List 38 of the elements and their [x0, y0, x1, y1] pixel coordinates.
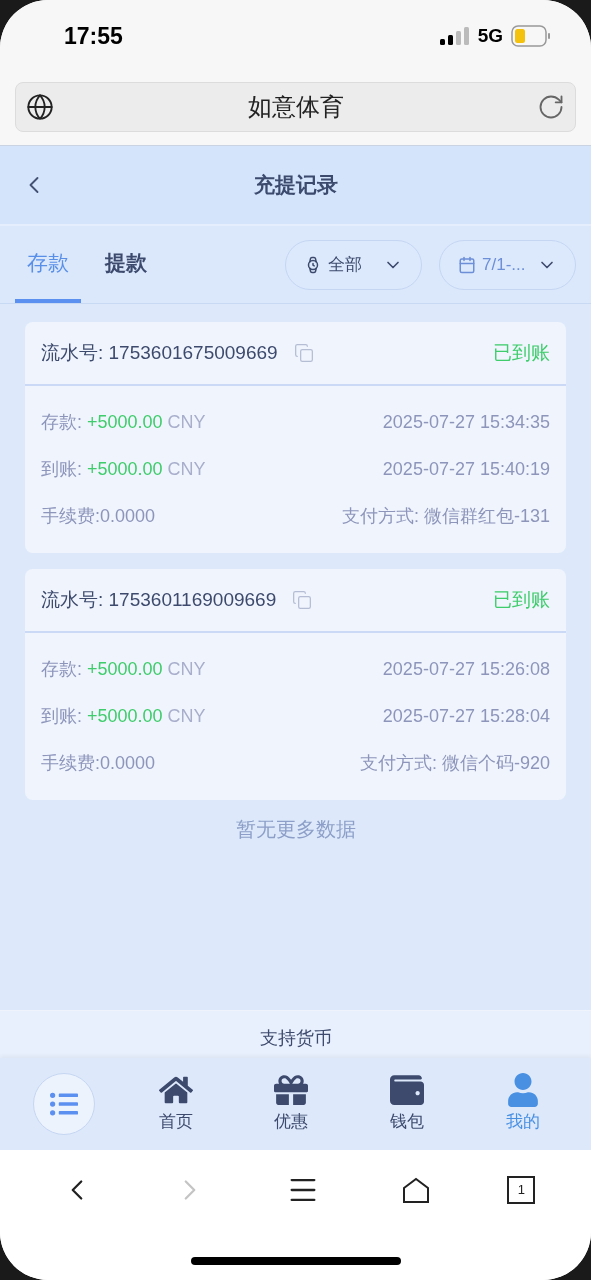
amount-text: 存款: +5000.00 CNY — [41, 658, 206, 681]
timestamp: 2025-07-27 15:28:04 — [382, 705, 550, 728]
gift-icon — [274, 1073, 309, 1108]
wallet-icon — [390, 1073, 425, 1108]
status-time: 17:55 — [64, 21, 123, 51]
amount-text: 到账: +5000.00 CNY — [41, 705, 206, 728]
nav-tab[interactable]: 钱包 — [372, 1073, 443, 1135]
globe-icon — [26, 93, 54, 121]
payment-method: 支付方式: 微信群红包-131 — [341, 505, 550, 528]
list-icon — [49, 1090, 78, 1118]
fee-text: 手续费:0.0000 — [41, 505, 156, 528]
fee-text: 手续费:0.0000 — [41, 752, 156, 775]
payment-method: 支付方式: 微信个码-920 — [359, 752, 550, 775]
amount-text: 到账: +5000.00 CNY — [41, 458, 206, 481]
network-label: 5G — [477, 23, 503, 48]
serial-number: 流水号: 1753601169009669 — [41, 587, 277, 612]
nav-tab[interactable]: 首页 — [140, 1073, 211, 1135]
page-title: 如意体育 — [247, 92, 344, 122]
amount-text: 存款: +5000.00 CNY — [41, 411, 206, 434]
tabs-button[interactable]: 1 — [507, 1176, 536, 1204]
currency-label: 支持货币 — [259, 1027, 332, 1050]
timestamp: 2025-07-27 15:40:19 — [382, 458, 550, 481]
tab[interactable]: 提款 — [93, 226, 159, 303]
end-note: 暂无更多数据 — [235, 817, 356, 842]
page-heading: 充提记录 — [253, 172, 338, 199]
status-label: 已到账 — [493, 587, 550, 612]
signal-icon — [439, 26, 470, 46]
timestamp: 2025-07-27 15:26:08 — [382, 658, 550, 681]
status-label: 已到账 — [493, 340, 550, 365]
battery-icon — [511, 25, 551, 47]
timestamp: 2025-07-27 15:34:35 — [382, 411, 550, 434]
user-icon — [506, 1073, 541, 1108]
serial-number: 流水号: 1753601675009669 — [41, 340, 278, 365]
reload-icon — [537, 93, 565, 121]
status-filter[interactable]: 全部 — [285, 239, 422, 290]
nav-tab[interactable]: 优惠 — [256, 1073, 327, 1135]
calendar-icon — [458, 255, 476, 274]
address-bar[interactable]: 如意体育 — [15, 82, 576, 132]
